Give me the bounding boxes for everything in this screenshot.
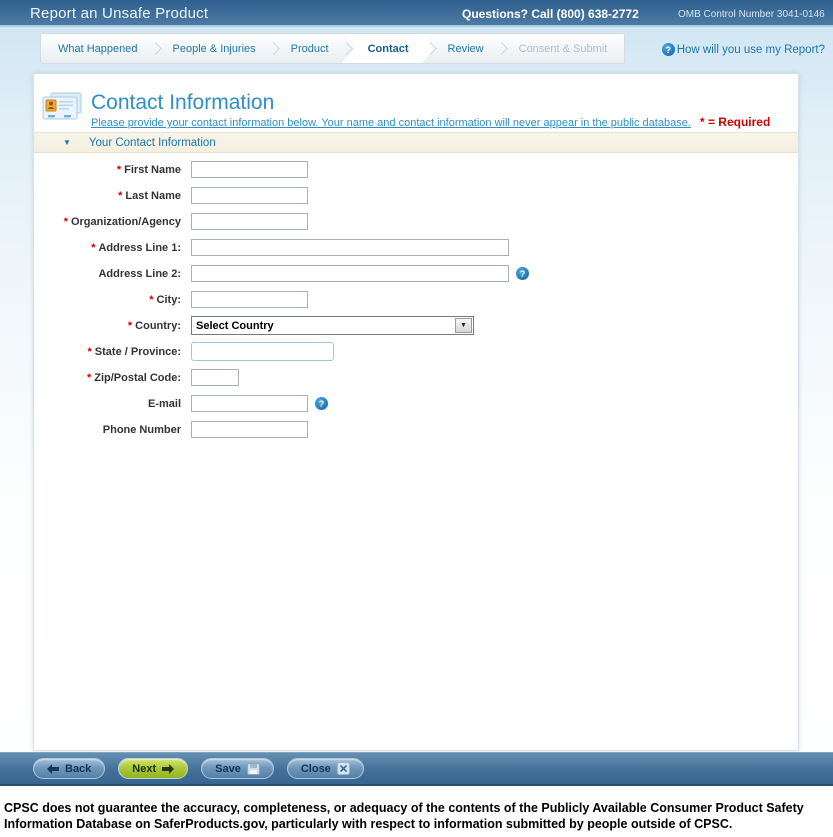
help-link-label: How will you use my Report? (676, 43, 825, 56)
form-row-city: * City: (34, 291, 798, 308)
omb-control-number: OMB Control Number 3041-0146 (678, 9, 825, 20)
footer: CPSC does not guarantee the accuracy, co… (0, 788, 833, 837)
form-row-address1: * Address Line 1: (34, 239, 798, 256)
close-button[interactable]: Close (286, 758, 364, 779)
back-button[interactable]: Back (33, 758, 106, 779)
last-name-input[interactable] (191, 187, 308, 204)
first-name-input[interactable] (191, 161, 308, 178)
email-input[interactable] (191, 395, 308, 412)
required-asterisk: * (87, 345, 92, 358)
how-will-you-use-report-link[interactable]: ? How will you use my Report? (661, 43, 825, 56)
zip-postal-label: Zip/Postal Code: (94, 371, 181, 384)
page-subtitle: Please provide your contact information … (91, 117, 691, 129)
form-row-address2: Address Line 2: ? (34, 265, 798, 282)
step-consent-submit: Consent & Submit (518, 42, 608, 55)
step-what-happened[interactable]: What Happened (47, 34, 149, 63)
your-contact-information-section-header[interactable]: ▼ Your Contact Information (34, 132, 798, 153)
form-row-state: * State / Province: (34, 342, 798, 361)
required-asterisk: * (86, 371, 92, 384)
step-review[interactable]: Review (437, 34, 495, 63)
cpsc-disclaimer: CPSC does not guarantee the accuracy, co… (4, 801, 804, 832)
first-name-label: First Name (124, 163, 181, 176)
email-label: E-mail (147, 397, 181, 410)
state-province-input[interactable] (191, 342, 334, 361)
required-asterisk: * (116, 163, 122, 176)
question-mark-icon: ? (661, 43, 675, 56)
state-province-label: State / Province: (94, 345, 181, 358)
required-asterisk: * (91, 241, 96, 254)
form-row-country: * Country: Select Country ▼ (34, 316, 798, 335)
organization-label: Organization/Agency (70, 215, 181, 228)
form-row-first-name: * First Name (34, 161, 798, 178)
address-line2-input[interactable] (191, 265, 509, 282)
form-row-organization: * Organization/Agency (34, 213, 798, 230)
required-asterisk: * (63, 215, 68, 228)
next-button[interactable]: Next (118, 758, 189, 779)
form-row-email: E-mail ? (34, 395, 798, 412)
step-people-injuries[interactable]: People & Injuries (162, 34, 267, 63)
chevron-separator-icon (148, 42, 162, 55)
dropdown-arrow-icon[interactable]: ▼ (455, 318, 472, 333)
last-name-label: Last Name (125, 189, 181, 202)
report-unsafe-product-page: Report an Unsafe Product Questions? Call… (0, 0, 833, 837)
required-asterisk: * (149, 293, 154, 306)
city-input[interactable] (191, 291, 308, 308)
close-button-label: Close (300, 762, 331, 775)
collapse-triangle-icon[interactable]: ▼ (63, 138, 71, 147)
contact-card-icon (42, 92, 82, 127)
next-button-label: Next (132, 762, 157, 775)
step-contact-active[interactable]: Contact (342, 34, 435, 63)
required-asterisk: * (118, 189, 123, 202)
address-line1-label: Address Line 1: (98, 241, 181, 254)
country-selected-value: Select Country (196, 319, 274, 332)
form-row-phone: Phone Number (34, 421, 798, 438)
form-row-last-name: * Last Name (34, 187, 798, 204)
app-header: Report an Unsafe Product Questions? Call… (0, 0, 833, 27)
organization-input[interactable] (191, 213, 308, 230)
address-line2-help-icon[interactable]: ? (516, 267, 529, 280)
chevron-separator-icon (339, 42, 353, 55)
arrow-left-icon (47, 763, 59, 774)
step-product[interactable]: Product (280, 34, 340, 63)
required-legend: * = Required (699, 115, 771, 129)
wizard-steps: What Happened People & Injuries Product … (40, 33, 626, 64)
page-title: Contact Information (91, 91, 275, 114)
save-floppy-icon (246, 762, 260, 775)
country-select[interactable]: Select Country ▼ (191, 316, 474, 335)
city-label: City: (156, 293, 181, 306)
required-asterisk: * (127, 319, 133, 332)
address-line1-input[interactable] (191, 239, 509, 256)
bottom-toolbar: Back Next Save Close (0, 752, 833, 786)
form-row-zip: * Zip/Postal Code: (34, 369, 798, 386)
zip-postal-input[interactable] (191, 369, 239, 386)
phone-number-input[interactable] (191, 421, 308, 438)
email-help-icon[interactable]: ? (315, 397, 328, 410)
section-title: Your Contact Information (88, 136, 216, 149)
address-line2-label: Address Line 2: (98, 267, 181, 280)
subtitle-row: Please provide your contact information … (91, 115, 788, 129)
save-button-label: Save (215, 762, 241, 775)
content-card: Contact Information Please provide your … (33, 73, 799, 751)
back-button-label: Back (65, 762, 92, 775)
arrow-right-icon (162, 763, 175, 774)
phone-number-label: Phone Number (102, 423, 181, 436)
chevron-separator-icon (266, 42, 280, 55)
country-label: Country: (135, 319, 181, 332)
save-button[interactable]: Save (201, 758, 274, 779)
chevron-separator-icon (494, 42, 508, 55)
close-x-icon (336, 762, 350, 775)
questions-phone: Questions? Call (800) 638-2772 (462, 7, 639, 21)
app-title: Report an Unsafe Product (30, 5, 209, 22)
contact-form: * First Name * Last Name * Organization/Age… (34, 161, 798, 447)
